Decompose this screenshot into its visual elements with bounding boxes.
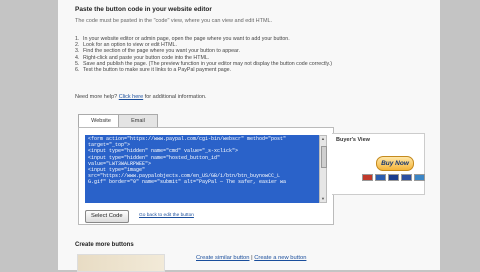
- visa-electron-icon: [401, 174, 412, 181]
- step-text: Right-click and paste your button code i…: [83, 54, 210, 61]
- code-line: G.gif" border="0" name="submit" alt="Pay…: [88, 179, 287, 186]
- create-more-title: Create more buttons: [75, 242, 134, 248]
- page-content: Paste the button code in your website ed…: [58, 0, 440, 272]
- page-heading: Paste the button code in your website ed…: [75, 6, 212, 13]
- create-new-link[interactable]: Create a new button: [254, 255, 306, 261]
- step-text: Find the section of the page where you w…: [83, 48, 240, 55]
- help-suffix: for additional information.: [144, 94, 207, 100]
- help-text: Need more help? Click here for additiona…: [75, 94, 206, 100]
- buyers-view-title: Buyer's View: [336, 137, 370, 143]
- scroll-down-icon[interactable]: ▼: [320, 196, 326, 202]
- mastercard-icon: [362, 174, 373, 181]
- step-number: 6.: [75, 66, 80, 73]
- scroll-up-icon[interactable]: ▲: [320, 136, 326, 142]
- help-prefix: Need more help?: [75, 94, 118, 100]
- code-scrollbar[interactable]: ▲ ▼: [319, 135, 327, 203]
- select-code-button[interactable]: Select Code: [85, 210, 129, 223]
- maestro-icon: [375, 174, 386, 181]
- step-text: Save and publish the page. (The preview …: [83, 60, 332, 67]
- create-links: Create similar button | Create a new but…: [196, 255, 306, 261]
- button-thumbnail: [77, 254, 165, 272]
- intro-text: The code must be pasted in the "code" vi…: [75, 18, 273, 24]
- buyers-view-panel: Buyer's View Buy Now: [332, 133, 425, 195]
- step-text: Look for an option to view or edit HTML.: [83, 42, 177, 49]
- button-code-textarea[interactable]: <form action="https://www.paypal.com/cgi…: [85, 135, 319, 203]
- scrollbar-thumb[interactable]: [321, 146, 327, 168]
- steps-list: 1. In your website editor or admin page, …: [75, 36, 332, 73]
- step-text: Test the button to make sure it links to…: [83, 66, 232, 73]
- create-similar-link[interactable]: Create similar button: [196, 255, 249, 261]
- back-to-edit-link[interactable]: Go back to edit the button: [139, 213, 194, 218]
- visa-icon: [388, 174, 399, 181]
- buy-now-button[interactable]: Buy Now: [376, 156, 414, 171]
- help-link[interactable]: Click here: [119, 94, 143, 100]
- code-panel: <form action="https://www.paypal.com/cgi…: [78, 127, 334, 225]
- tab-email[interactable]: Email: [118, 114, 158, 127]
- step-item: 6. Test the button to make sure it links …: [75, 67, 332, 73]
- step-text: In your website editor or admin page, op…: [83, 36, 290, 42]
- amex-icon: [414, 174, 425, 181]
